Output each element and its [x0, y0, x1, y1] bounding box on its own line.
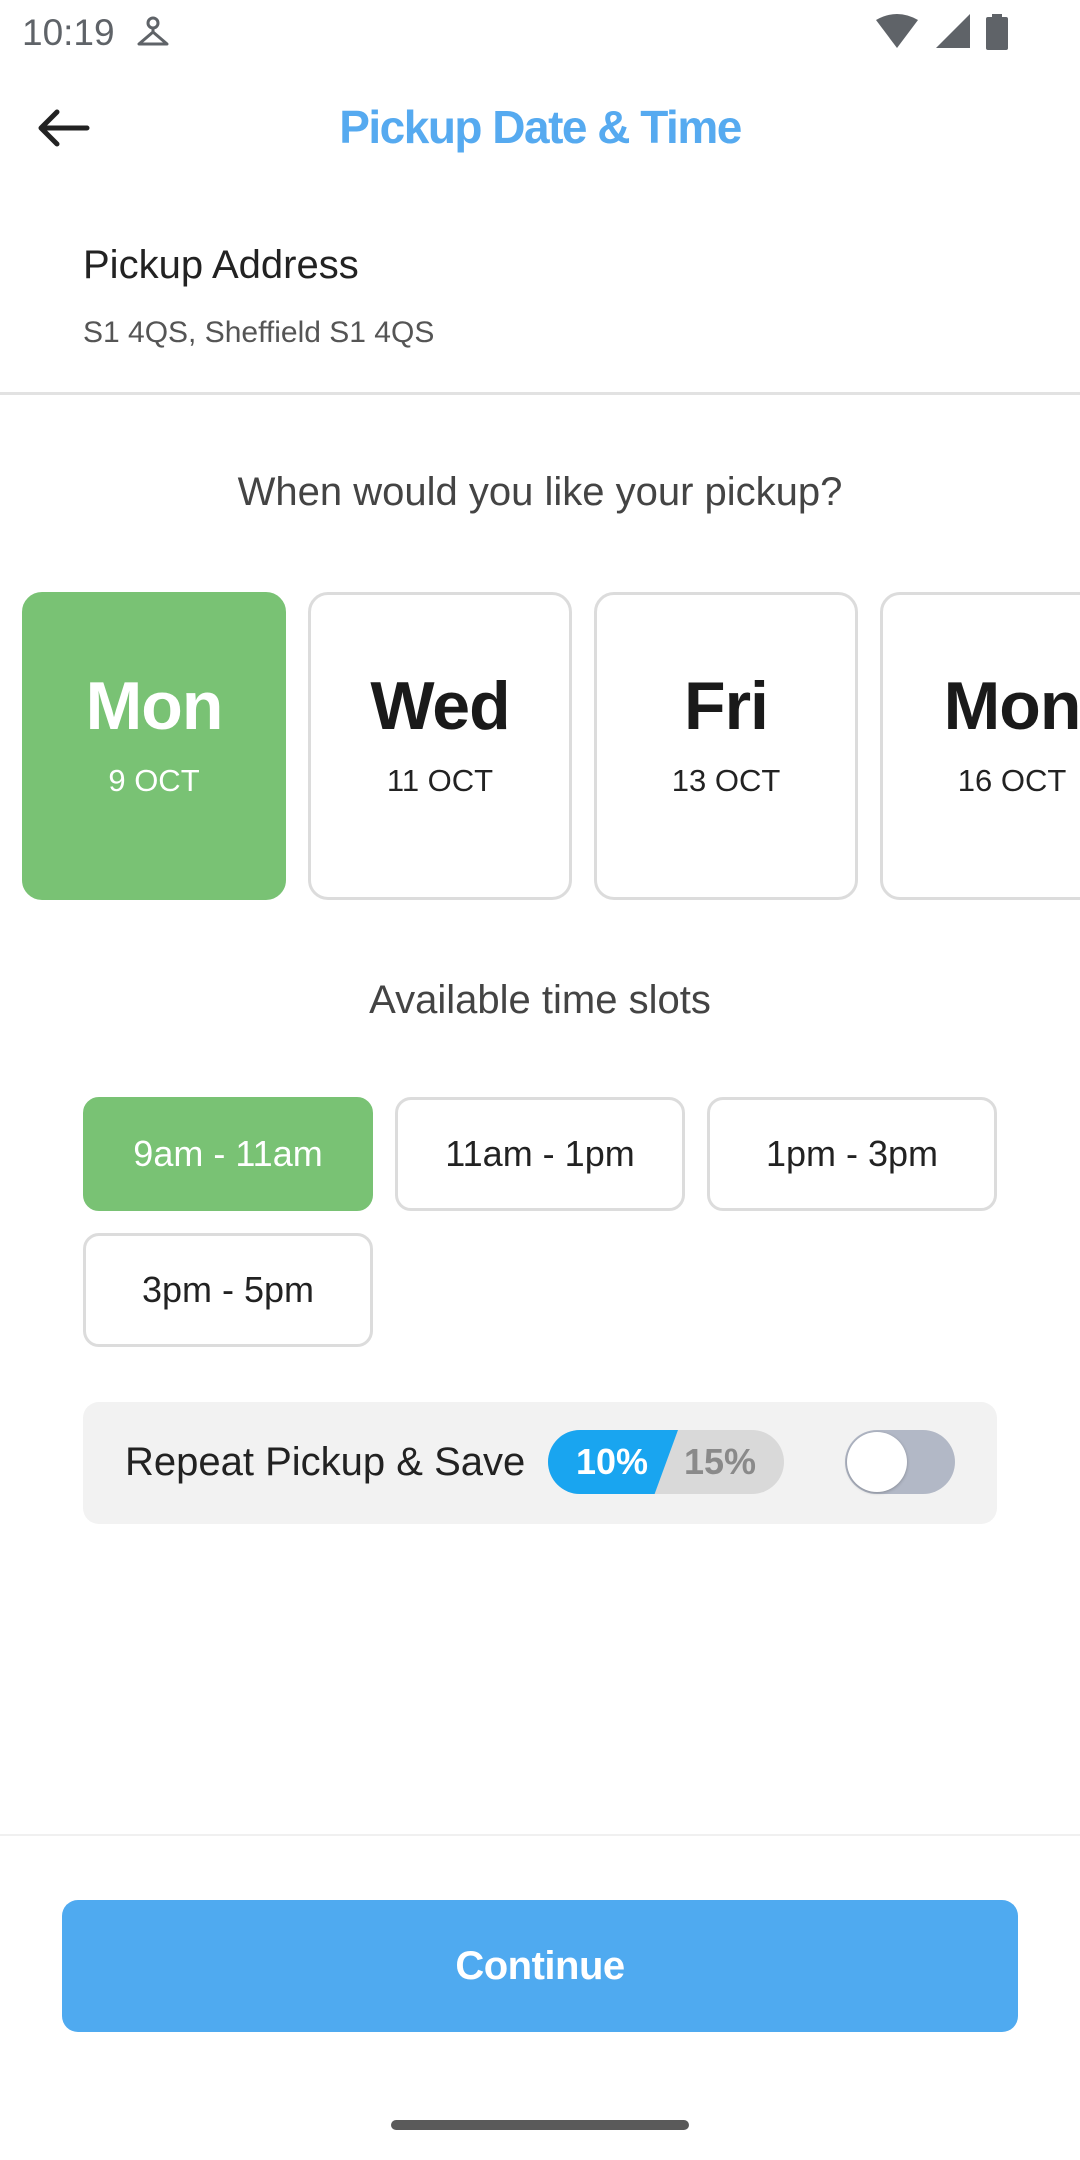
date-card-mon-9-oct[interactable]: Mon 9 OCT — [22, 592, 286, 900]
date-picker: Mon 9 OCT Wed 11 OCT Fri 13 OCT Mon 16 O… — [22, 592, 1080, 900]
divider — [0, 392, 1080, 395]
date-day: Wed — [370, 668, 510, 744]
toggle-knob — [847, 1432, 907, 1492]
continue-button[interactable]: Continue — [62, 1900, 1018, 2032]
date-date: 11 OCT — [386, 763, 494, 798]
time-slot-11am-1pm[interactable]: 11am - 1pm — [395, 1097, 685, 1211]
date-day: Fri — [684, 668, 769, 744]
repeat-pickup-card: Repeat Pickup & Save 10% 15% — [83, 1402, 997, 1524]
date-day: Mon — [85, 668, 224, 744]
discount-15: 15% — [683, 1441, 756, 1482]
date-date: 9 OCT — [108, 763, 200, 798]
date-card-fri-13-oct[interactable]: Fri 13 OCT — [594, 592, 858, 900]
discount-10: 10% — [548, 1430, 678, 1494]
time-slot-3pm-5pm[interactable]: 3pm - 5pm — [83, 1233, 373, 1347]
status-time: 10:19 — [22, 12, 115, 53]
date-card-wed-11-oct[interactable]: Wed 11 OCT — [308, 592, 572, 900]
battery-icon — [986, 14, 1008, 55]
date-card-mon-16-oct[interactable]: Mon 16 OCT — [880, 592, 1080, 900]
slots-title: Available time slots — [369, 978, 711, 1022]
discount-badge: 10% 15% — [548, 1430, 784, 1494]
repeat-toggle[interactable] — [845, 1430, 955, 1494]
time-slots: 9am - 11am 11am - 1pm 1pm - 3pm 3pm - 5p… — [83, 1097, 998, 1347]
status-icons — [876, 14, 1008, 55]
page-title: Pickup Date & Time — [339, 101, 742, 153]
time-slot-1pm-3pm[interactable]: 1pm - 3pm — [707, 1097, 997, 1211]
person-icon — [135, 14, 171, 55]
date-date: 13 OCT — [671, 763, 781, 798]
pickup-screen: 10:19 Pickup Date & Time Pickup Address … — [0, 0, 1080, 2160]
signal-icon — [934, 14, 970, 55]
home-indicator[interactable] — [391, 2120, 689, 2130]
bottom-divider — [0, 1834, 1080, 1836]
pickup-prompt: When would you like your pickup? — [237, 470, 843, 514]
date-date: 16 OCT — [957, 763, 1067, 798]
status-bar: 10:19 — [0, 0, 1080, 66]
time-slot-9am-11am[interactable]: 9am - 11am — [83, 1097, 373, 1211]
repeat-label: Repeat Pickup & Save — [125, 1440, 526, 1484]
date-day: Mon — [943, 668, 1080, 744]
address-title: Pickup Address — [83, 243, 359, 287]
wifi-icon — [876, 14, 918, 55]
address-value: S1 4QS, Sheffield S1 4QS — [83, 316, 435, 349]
